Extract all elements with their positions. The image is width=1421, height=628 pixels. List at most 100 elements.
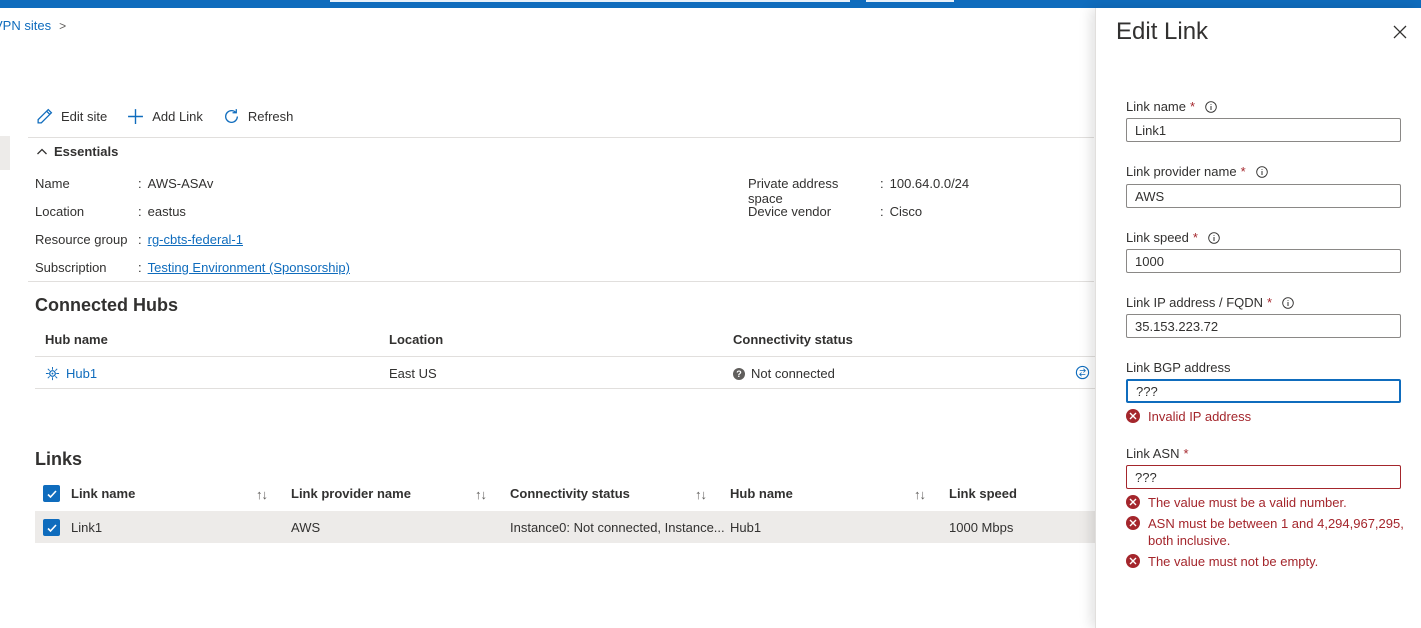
hub-status-text: Not connected: [751, 366, 835, 381]
resource-group-label: Resource group: [35, 232, 128, 247]
global-search-bar[interactable]: [330, 0, 850, 2]
virtual-hub-icon: [45, 366, 60, 381]
hub-location-header: Location: [389, 332, 444, 347]
connected-hubs-title: Connected Hubs: [35, 295, 179, 315]
sort-link-name-icon[interactable]: ↑↓: [256, 487, 268, 502]
link-row-provider: AWS: [291, 520, 321, 535]
info-icon[interactable]: [1255, 165, 1268, 178]
pencil-icon: [37, 108, 53, 124]
sort-connectivity-icon[interactable]: ↑↓: [695, 487, 707, 502]
private-address-space-value: 100.64.0.0/24: [889, 176, 970, 191]
top-bar-button[interactable]: [866, 0, 954, 2]
chevron-up-icon: [37, 148, 47, 154]
link-provider-input[interactable]: [1126, 184, 1401, 208]
error-icon: [1126, 495, 1140, 509]
link-provider-header[interactable]: Link provider name: [291, 486, 411, 501]
link-name-label-text: Link name: [1126, 99, 1186, 114]
essentials-toggle[interactable]: Essentials: [36, 144, 118, 159]
divider: [35, 356, 1095, 357]
subscription-label: Subscription: [35, 260, 107, 275]
add-link-label: Add Link: [152, 109, 203, 124]
hub-name-header: Hub name: [45, 332, 108, 347]
sort-hub-icon[interactable]: ↑↓: [914, 487, 926, 502]
checkmark-icon: [46, 489, 57, 498]
checkmark-icon: [46, 523, 57, 532]
panel-title: Edit Link: [1116, 18, 1209, 45]
colon: :: [138, 232, 142, 247]
link-name-input[interactable]: [1126, 118, 1401, 142]
edit-site-button[interactable]: Edit site: [36, 108, 107, 125]
link-ip-label: Link IP address / FQDN *: [1126, 295, 1294, 310]
required-marker: *: [1267, 295, 1273, 310]
link-name-header[interactable]: Link name: [71, 486, 135, 501]
required-marker: *: [1240, 164, 1246, 179]
link-speed-input[interactable]: [1126, 249, 1401, 273]
link-asn-input[interactable]: [1126, 465, 1401, 489]
info-icon[interactable]: [1208, 231, 1220, 244]
plus-icon: [128, 109, 144, 124]
colon: :: [880, 176, 884, 191]
bgp-error-text: Invalid IP address: [1148, 409, 1252, 424]
asn-error-text: The value must not be empty.: [1148, 554, 1319, 569]
hub-name-link[interactable]: Hub1: [66, 366, 97, 381]
link-speed-header[interactable]: Link speed: [949, 486, 1017, 501]
link-provider-label-text: Link provider name: [1126, 164, 1237, 179]
edit-link-panel: Edit Link Link name * Link provider name…: [1095, 8, 1421, 628]
chevron-right-icon: >: [59, 18, 67, 33]
add-link-button[interactable]: Add Link: [127, 108, 203, 125]
name-value: AWS-ASAv: [147, 176, 214, 191]
hub-connectivity-header: Connectivity status: [733, 332, 853, 347]
top-bar: [0, 0, 1421, 8]
left-nav-selection[interactable]: [0, 136, 10, 170]
info-icon[interactable]: [1282, 296, 1294, 309]
link-bgp-input[interactable]: [1126, 379, 1401, 403]
link-row-speed: 1000 Mbps: [949, 520, 1014, 535]
link-bgp-label: Link BGP address: [1126, 360, 1231, 375]
resource-group-link[interactable]: rg-cbts-federal-1: [148, 232, 243, 247]
asn-error-text: The value must be a valid number.: [1148, 495, 1347, 510]
divider: [28, 137, 1094, 138]
link-provider-label: Link provider name *: [1126, 164, 1268, 179]
essentials-address-space-row: Private address space : 100.64.0.0/24: [748, 176, 969, 206]
colon: :: [138, 176, 142, 191]
select-all-checkbox[interactable]: [43, 485, 60, 502]
edit-site-label: Edit site: [61, 109, 108, 124]
essentials-name-row: Name : AWS-ASAv: [35, 176, 213, 191]
toolbar: Edit site Add Link Refresh: [36, 108, 293, 125]
link-row-hub: Hub1: [730, 520, 762, 535]
location-value: eastus: [147, 204, 186, 219]
subscription-link[interactable]: Testing Environment (Sponsorship): [148, 260, 350, 275]
hub-row-location: East US: [389, 366, 437, 381]
asn-error-message: The value must be a valid number.: [1126, 494, 1416, 511]
colon: :: [138, 260, 142, 275]
asn-error-message: The value must not be empty.: [1126, 553, 1416, 570]
required-marker: *: [1183, 446, 1189, 461]
breadcrumb-vpn-sites[interactable]: VPN sites: [0, 18, 51, 33]
link-ip-input[interactable]: [1126, 314, 1401, 338]
name-label: Name: [35, 176, 70, 191]
unknown-status-icon: ?: [733, 367, 745, 380]
link-asn-label-text: Link ASN: [1126, 446, 1180, 461]
link-speed-label: Link speed *: [1126, 230, 1220, 245]
private-address-space-label: Private address space: [748, 176, 839, 206]
refresh-icon: [224, 109, 238, 123]
link-hub-header[interactable]: Hub name: [730, 486, 793, 501]
close-icon[interactable]: [1392, 24, 1408, 40]
hub-row-name-cell[interactable]: Hub1: [45, 366, 97, 381]
asn-error-text: ASN must be between 1 and 4,294,967,295,…: [1148, 516, 1404, 548]
hub-row-status: ? Not connected: [733, 366, 835, 381]
essentials-subscription-row: Subscription : Testing Environment (Spon…: [35, 260, 350, 275]
bgp-error-message: Invalid IP address: [1126, 408, 1416, 425]
row-checkbox[interactable]: [43, 519, 60, 536]
link-ip-label-text: Link IP address / FQDN: [1126, 295, 1264, 310]
error-icon: [1126, 554, 1140, 568]
divider: [28, 281, 1094, 282]
info-icon[interactable]: [1205, 100, 1217, 113]
connection-icon[interactable]: [1075, 365, 1090, 380]
breadcrumb: VPN sites >: [0, 18, 66, 33]
refresh-button[interactable]: Refresh: [223, 108, 293, 125]
error-icon: [1126, 516, 1140, 530]
sort-provider-icon[interactable]: ↑↓: [475, 487, 487, 502]
link-connectivity-header[interactable]: Connectivity status: [510, 486, 630, 501]
colon: :: [880, 204, 884, 219]
